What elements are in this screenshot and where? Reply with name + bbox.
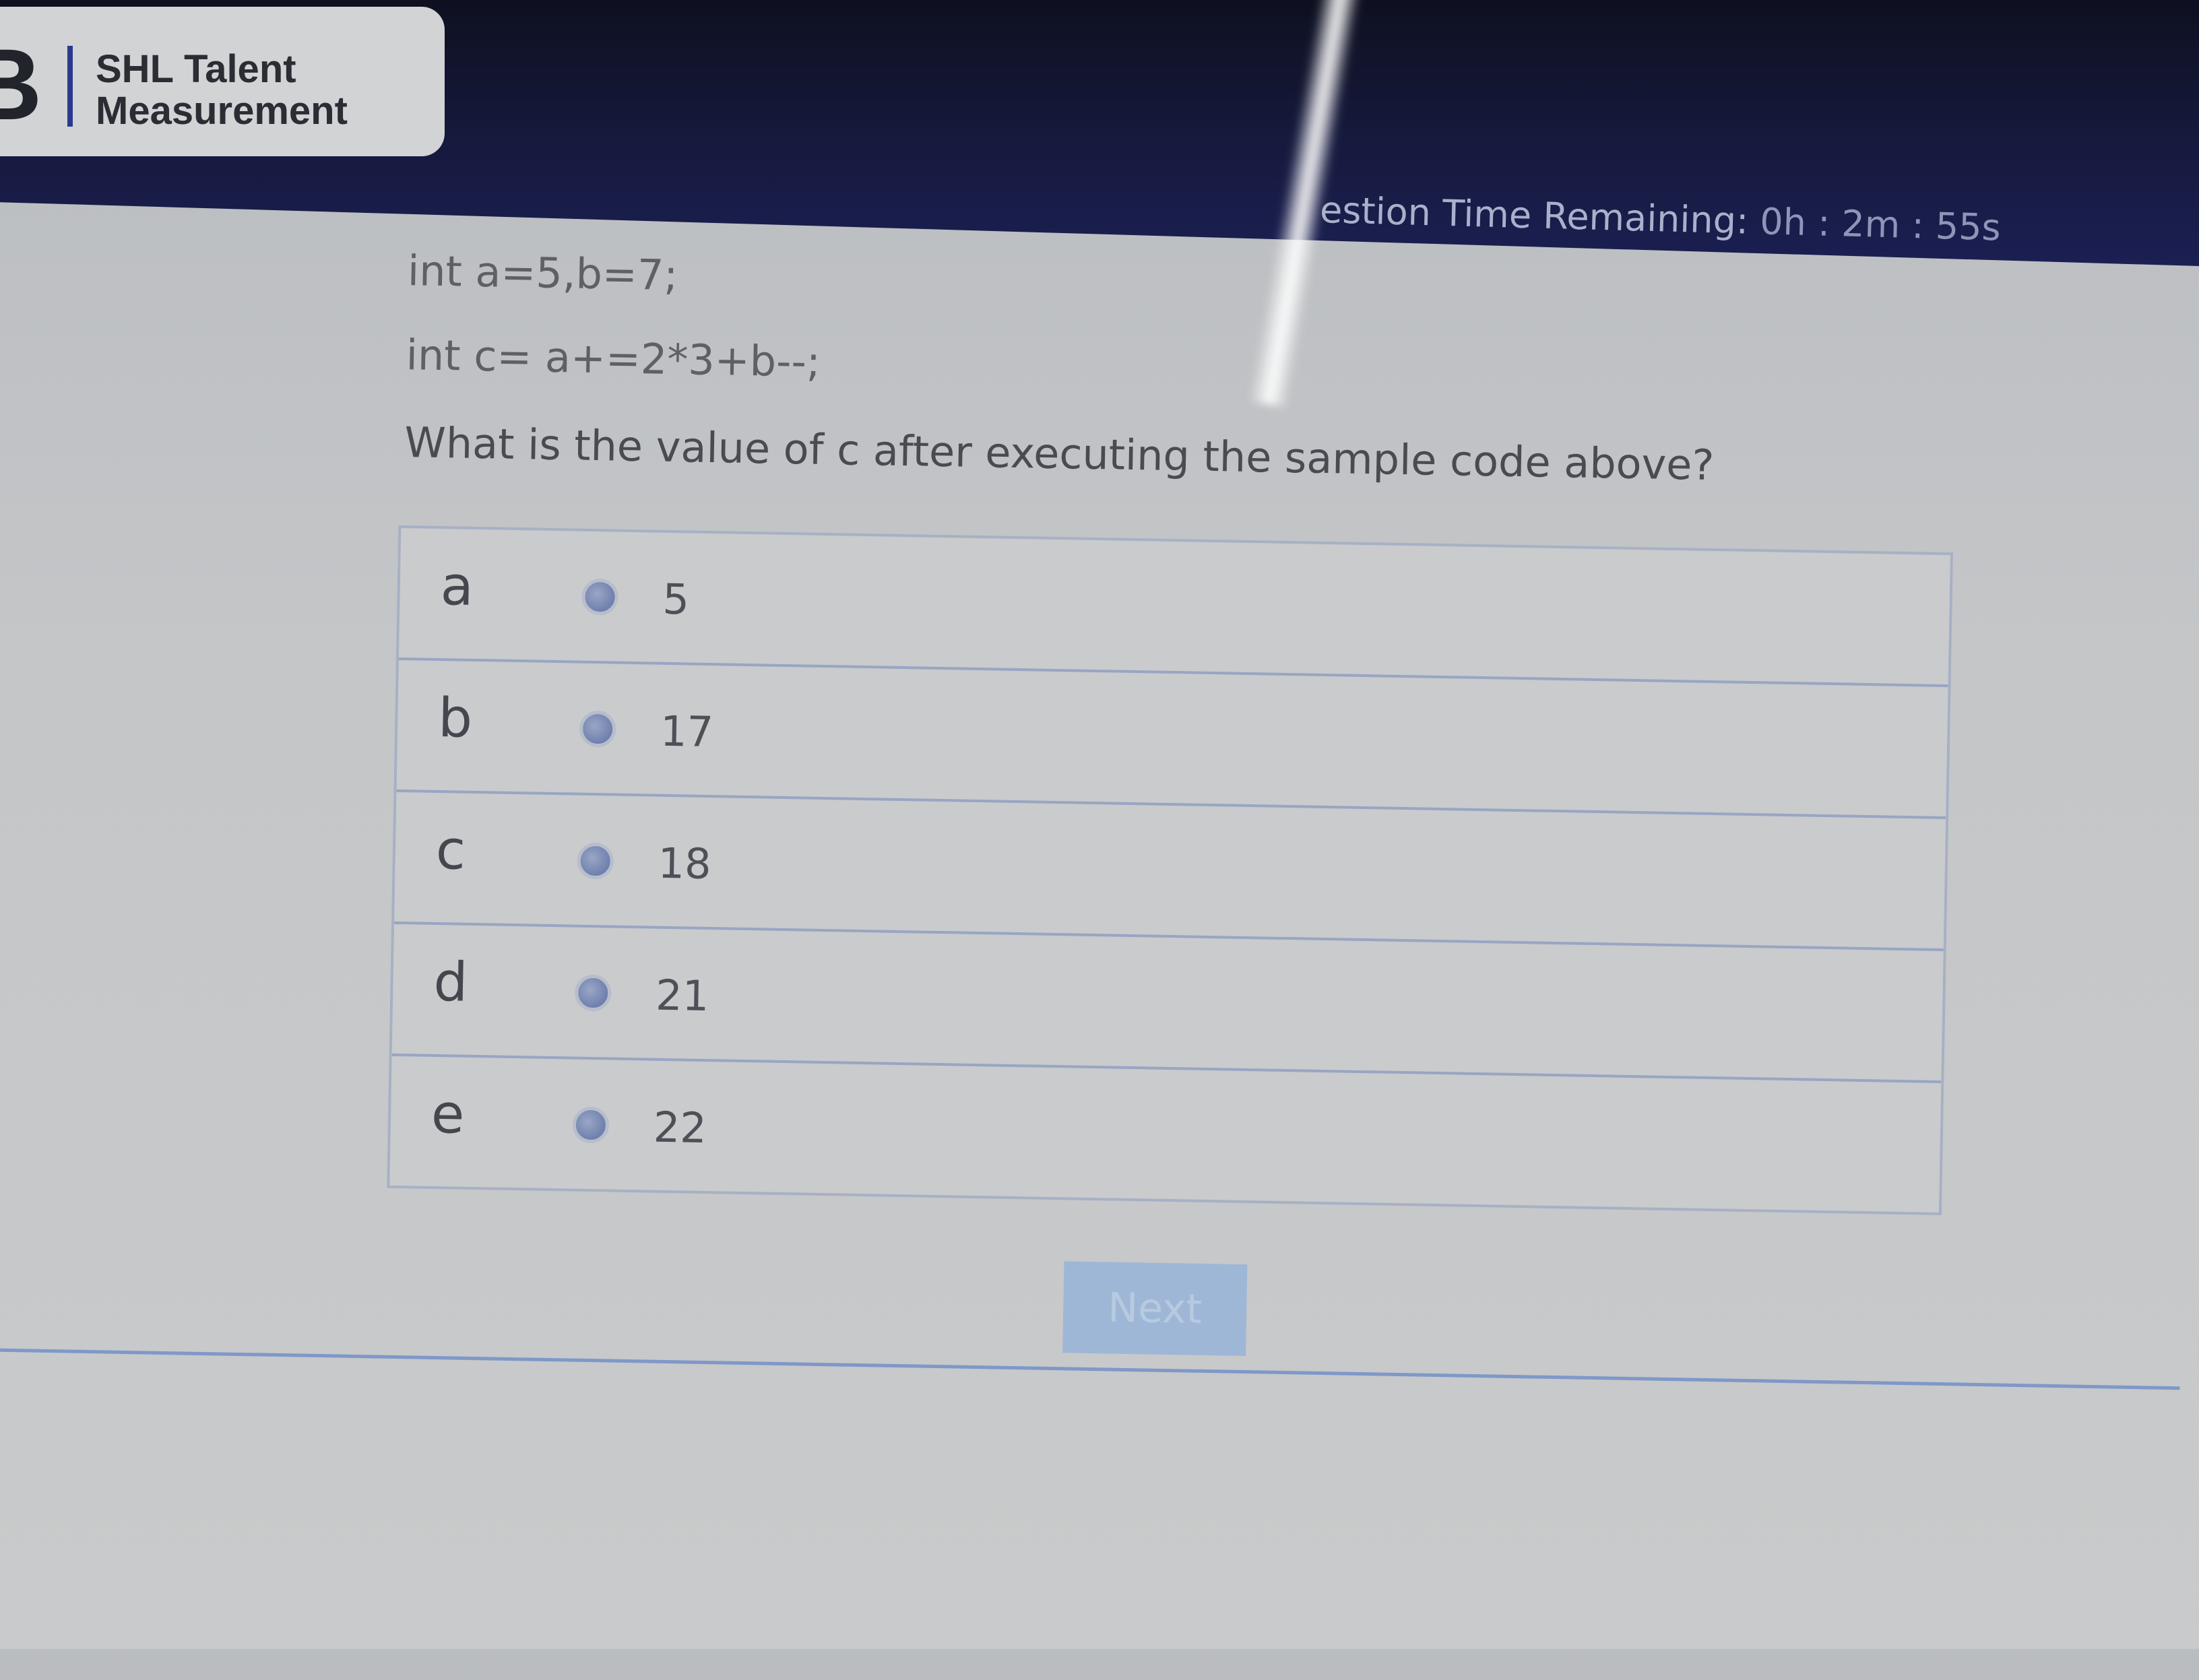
- answer-options: a 5 b 17 c 18 d 21 e 22: [387, 525, 1954, 1216]
- option-row-a[interactable]: a 5: [398, 527, 1950, 688]
- radio-button[interactable]: [572, 1106, 610, 1144]
- footer-divider: [0, 1348, 2180, 1390]
- option-letter: a: [440, 554, 474, 618]
- radio-button[interactable]: [574, 974, 612, 1012]
- option-value: 22: [653, 1102, 707, 1153]
- option-letter: d: [433, 950, 469, 1014]
- code-line-2: int c= a+=2*3+b--;: [406, 330, 821, 387]
- code-line-1: int a=5,b=7;: [407, 246, 678, 300]
- option-value: 21: [655, 970, 709, 1021]
- option-value: 17: [660, 706, 714, 757]
- radio-button[interactable]: [581, 578, 619, 616]
- question-prompt: What is the value of c after executing t…: [404, 418, 1715, 490]
- next-button[interactable]: Next: [1062, 1261, 1248, 1357]
- option-value: 18: [658, 838, 712, 889]
- option-row-b[interactable]: b 17: [396, 659, 1948, 820]
- option-row-d[interactable]: d 21: [391, 924, 1944, 1083]
- option-letter: b: [437, 686, 473, 750]
- option-letter: c: [435, 818, 466, 882]
- radio-button[interactable]: [579, 710, 616, 748]
- option-letter: e: [431, 1082, 466, 1146]
- option-value: 5: [662, 574, 690, 624]
- question-content: int a=5,b=7; int c= a+=2*3+b--; What is …: [0, 0, 2199, 1680]
- option-row-e[interactable]: e 22: [389, 1056, 1941, 1213]
- radio-button[interactable]: [577, 842, 614, 880]
- option-row-c[interactable]: c 18: [394, 791, 1946, 952]
